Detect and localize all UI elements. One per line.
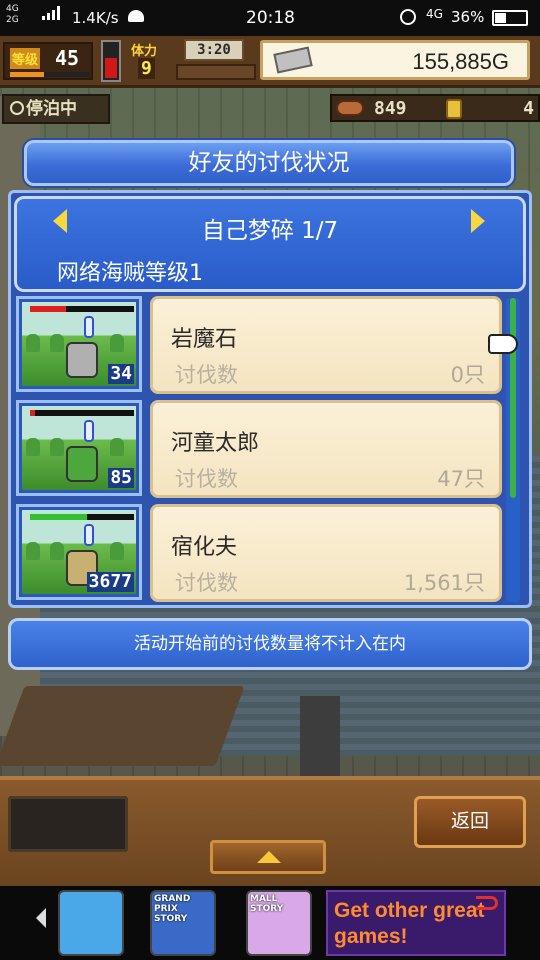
status-bar: 4G 2G 1.4K/s 20:18 4G 36%: [0, 0, 540, 36]
empty-slot: [8, 796, 128, 852]
monster-card: 宿化夫 讨伐数 1,561只: [150, 504, 502, 602]
monster-name: 宿化夫: [171, 535, 238, 560]
ad-app-icon-mall[interactable]: MALL STORY: [246, 890, 312, 956]
note-banner: 活动开始前的讨伐数量将不计入在内: [8, 618, 532, 670]
signal-label-2: 2G: [6, 15, 19, 25]
alert-icon: [84, 420, 94, 442]
ad-banner[interactable]: GRAND PRIX STORY MALL STORY Get other gr…: [0, 886, 540, 960]
list-item[interactable]: 3677 宿化夫 讨伐数 1,561只: [14, 502, 502, 602]
network-type: 4G: [426, 7, 443, 21]
pointing-hand-icon: [488, 334, 518, 354]
list-item[interactable]: 34 岩魔石 讨伐数 0只: [14, 294, 502, 394]
stamina-label: 体力: [131, 44, 158, 59]
game-clock: 3:20: [184, 39, 244, 61]
kill-count-label: 讨伐数: [175, 571, 238, 595]
tree-icon: [50, 542, 64, 560]
signal-label-1: 4G: [6, 4, 19, 14]
tree-icon: [26, 334, 40, 352]
food-icon: [336, 100, 364, 116]
ship-sprite: [0, 686, 245, 766]
monster-hp-bar: [30, 514, 134, 520]
monster-level: 85: [108, 467, 134, 488]
resource-bar: 849 4: [330, 94, 540, 122]
stamina-value: 9: [138, 58, 155, 79]
monster-thumbnail: 85: [16, 400, 142, 496]
level-value: 45: [55, 46, 80, 70]
kill-count-label: 讨伐数: [175, 363, 238, 387]
android-icon: [128, 10, 144, 22]
monster-list: 34 岩魔石 讨伐数 0只 85 河童太郎 讨伐数 47只 3677 宿化夫 讨…: [14, 294, 502, 604]
kill-count-value: 47只: [437, 467, 485, 491]
monster-name: 岩魔石: [171, 327, 238, 352]
tree-icon: [110, 334, 124, 352]
scrollbar-thumb[interactable]: [510, 298, 516, 498]
level-progress-bar: [10, 72, 90, 77]
tree-icon: [50, 438, 64, 456]
tree-icon: [50, 334, 64, 352]
kill-count-value: 1,561只: [403, 571, 485, 595]
level-label: 等级: [10, 48, 41, 69]
ad-app-title: MALL STORY: [250, 894, 284, 914]
bottom-bar: 返回: [0, 776, 540, 886]
monster-level: 34: [108, 363, 134, 384]
money-display[interactable]: 155,885G: [260, 40, 530, 80]
battery-percent: 36%: [451, 8, 485, 26]
alert-icon: [84, 316, 94, 338]
money-value: 155,885G: [412, 49, 509, 74]
tree-icon: [110, 438, 124, 456]
kill-count-label: 讨伐数: [175, 467, 238, 491]
monster-card: 岩魔石 讨伐数 0只: [150, 296, 502, 394]
friend-subtitle: 自己梦碎 1/7: [201, 218, 339, 244]
tree-icon: [110, 542, 124, 560]
ad-app-icon-castle[interactable]: [58, 890, 124, 956]
back-button[interactable]: 返回: [414, 796, 526, 848]
food-value: 849: [374, 98, 407, 119]
rock-monster-icon: [66, 342, 98, 378]
clock-base: [176, 64, 256, 80]
chevron-up-icon: [257, 851, 281, 863]
kappa-monster-icon: [66, 446, 98, 482]
ad-cta-text: Get other great games!: [334, 899, 485, 948]
alert-icon: [84, 524, 94, 546]
monster-name: 河童太郎: [171, 431, 260, 456]
list-item[interactable]: 85 河童太郎 讨伐数 47只: [14, 398, 502, 498]
pirate-level: 网络海贼等级1: [57, 261, 203, 286]
coin-value: 4: [523, 98, 534, 119]
ad-app-icon-grandprix[interactable]: GRAND PRIX STORY: [150, 890, 216, 956]
monster-card: 河童太郎 讨伐数 47只: [150, 400, 502, 498]
signal-bars-icon: [42, 6, 64, 20]
clock-time: 20:18: [246, 8, 295, 28]
monster-scene: 85: [22, 406, 136, 490]
friend-header: 自己梦碎 1/7 网络海贼等级1: [14, 196, 526, 292]
battery-icon: [492, 10, 528, 26]
monster-level: 3677: [86, 571, 134, 592]
monster-scene: 3677: [22, 510, 136, 594]
alarm-icon: [400, 9, 416, 25]
ship-status[interactable]: 停泊中: [2, 94, 110, 124]
ship-status-label: 停泊中: [26, 99, 77, 119]
kill-count-value: 0只: [450, 363, 485, 387]
level-box: 等级 45: [3, 42, 93, 80]
monster-thumbnail: 3677: [16, 504, 142, 600]
monster-hp-bar: [30, 410, 134, 416]
ad-collapse-arrow-icon[interactable]: [36, 908, 46, 928]
ad-cta[interactable]: Get other great games!: [326, 890, 506, 956]
monster-scene: 34: [22, 302, 136, 386]
monster-hp-bar: [30, 306, 134, 312]
dialog-title: 好友的讨伐状况: [24, 140, 514, 186]
stamina-gauge: [101, 40, 121, 82]
net-speed: 1.4K/s: [72, 9, 119, 27]
money-ingot-icon: [273, 46, 313, 74]
ad-app-title: GRAND PRIX STORY: [154, 894, 191, 924]
signal-labels: 4G 2G: [6, 4, 19, 26]
coin-icon: [446, 99, 462, 119]
anchor-icon: [10, 101, 24, 115]
tree-icon: [26, 438, 40, 456]
tree-icon: [26, 542, 40, 560]
return-arrow-icon: [476, 896, 498, 910]
next-arrow-icon[interactable]: [471, 209, 485, 233]
monster-thumbnail: 34: [16, 296, 142, 392]
expand-menu-button[interactable]: [210, 840, 326, 874]
top-hud: 等级 45 体力 9 3:20 155,885G: [0, 36, 540, 88]
